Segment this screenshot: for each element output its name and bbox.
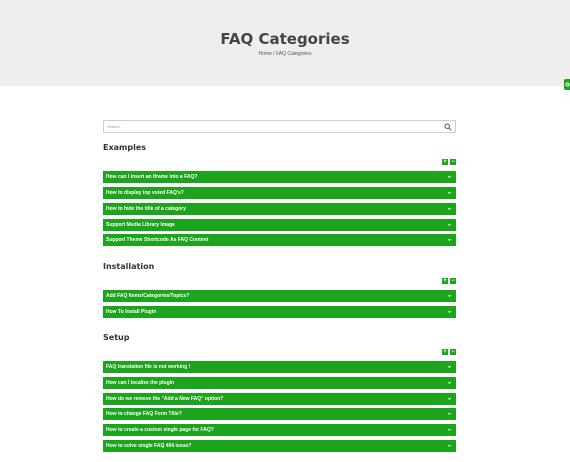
collapse-all-button[interactable]: −	[450, 349, 456, 355]
chevron-down-icon	[447, 444, 452, 448]
expand-all-button[interactable]: +	[442, 278, 448, 284]
chevron-down-icon	[447, 381, 452, 385]
expand-all-button[interactable]: +	[442, 349, 448, 355]
search-box[interactable]: Search...	[103, 120, 456, 133]
page-header: FAQ Categories Home / FAQ Categories	[0, 0, 570, 86]
collapse-all-button[interactable]: −	[450, 159, 456, 165]
search-icon[interactable]	[444, 123, 452, 131]
faq-item[interactable]: How to display top voted FAQ's?	[103, 187, 456, 199]
category-title-setup: Setup	[103, 333, 130, 342]
page-title: FAQ Categories	[220, 30, 350, 48]
chevron-down-icon	[447, 175, 452, 179]
category-toggle-controls: + −	[442, 159, 457, 165]
chevron-down-icon	[447, 412, 452, 416]
expand-all-button[interactable]: +	[442, 159, 448, 165]
faq-item[interactable]: Add FAQ Items/Categories/Topics?	[103, 290, 456, 302]
chevron-down-icon	[447, 428, 452, 432]
chevron-down-icon	[447, 207, 452, 211]
faq-item[interactable]: How can I localize the plugin	[103, 377, 456, 389]
category-title-examples: Examples	[103, 143, 147, 152]
category-toggle-controls: + −	[442, 349, 457, 355]
category-toggle-controls: + −	[442, 278, 457, 284]
faq-item[interactable]: How do we remove the "Add a New FAQ" opt…	[103, 393, 456, 405]
breadcrumb: Home / FAQ Categories	[258, 51, 312, 57]
chevron-down-icon	[447, 365, 452, 369]
chevron-down-icon	[447, 294, 452, 298]
faq-item[interactable]: Support Theme Shortcode As FAQ Content	[103, 234, 456, 246]
faq-item[interactable]: How can I insert an Iframe into a FAQ?	[103, 171, 456, 183]
chevron-down-icon	[447, 191, 452, 195]
faq-item[interactable]: How to solve single FAQ 404 issue?	[103, 440, 456, 452]
chevron-down-icon	[447, 223, 452, 227]
side-settings-tab[interactable]	[564, 79, 570, 90]
faq-item[interactable]: Support Media Library Image	[103, 219, 456, 231]
faq-item[interactable]: How to create a custom single page for F…	[103, 424, 456, 436]
gear-icon	[565, 82, 569, 87]
faq-item[interactable]: How To Install Plugin	[103, 306, 456, 318]
collapse-all-button[interactable]: −	[450, 278, 456, 284]
faq-item[interactable]: FAQ translation file is not working !	[103, 361, 456, 373]
faq-item[interactable]: How to hide the title of a category	[103, 203, 456, 215]
chevron-down-icon	[447, 310, 452, 314]
search-placeholder: Search...	[107, 124, 124, 129]
chevron-down-icon	[447, 397, 452, 401]
faq-item[interactable]: How to change FAQ Form Title?	[103, 408, 456, 420]
chevron-down-icon	[447, 238, 452, 242]
category-title-installation: Installation	[103, 262, 155, 271]
